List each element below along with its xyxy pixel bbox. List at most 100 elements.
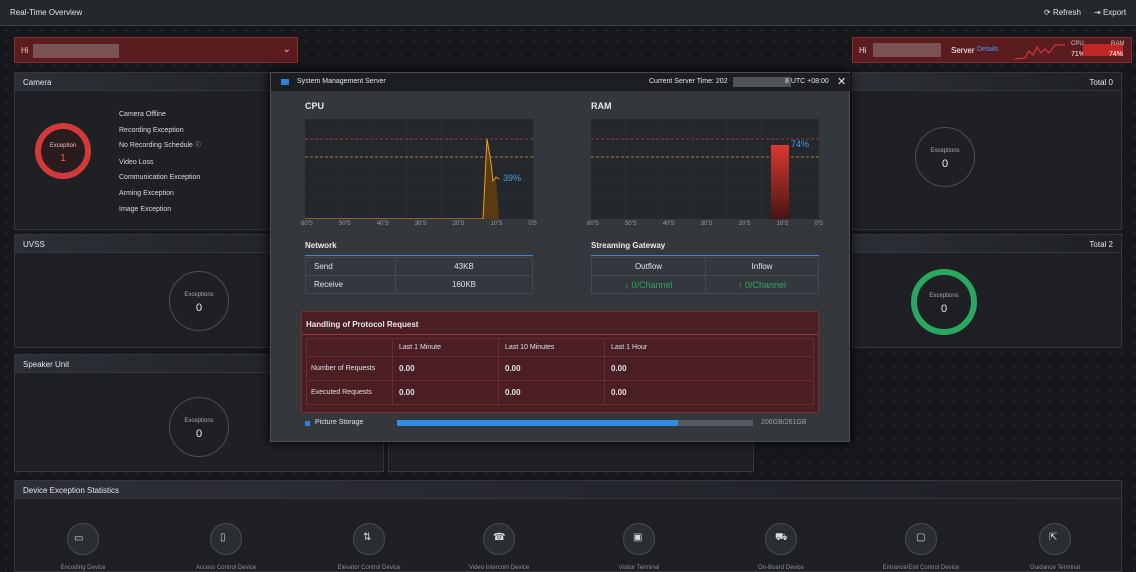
exception-ring[interactable]: Exceptions 0: [911, 269, 977, 335]
cell-value: 0.00: [498, 356, 605, 381]
storage-value: 206GB/261GB: [761, 419, 807, 426]
video-intercom-icon[interactable]: ☎: [483, 523, 515, 555]
ring-label: Exceptions: [184, 418, 214, 424]
list-item[interactable]: Image Exception: [119, 202, 201, 218]
cpu-title: CPU: [305, 101, 325, 111]
column-header: Last 1 Hour: [604, 338, 814, 357]
table-row: Send 43KB: [305, 257, 533, 276]
export-label: Export: [1102, 8, 1127, 17]
list-item[interactable]: Recording Exception: [119, 123, 201, 139]
ring-value: 1: [60, 153, 66, 164]
list-item[interactable]: Arming Exception: [119, 186, 201, 202]
column-header: Last 10 Minutes: [498, 338, 605, 357]
x-tick: 50'S: [624, 221, 637, 227]
cpu-label: CPU: [1071, 41, 1084, 47]
x-tick: 10'S: [490, 221, 503, 227]
cpu-chart: 39%: [305, 119, 533, 219]
table-row: Last 1 Minute Last 10 Minutes Last 1 Hou…: [306, 338, 814, 357]
ram-current-value: 74%: [791, 139, 809, 149]
guidance-terminal-icon[interactable]: ⇱: [1039, 523, 1071, 555]
cpu-current-value: 39%: [503, 173, 521, 183]
send-value: 43KB: [395, 257, 533, 276]
network-table: Send 43KB Receive 160KB: [305, 257, 533, 294]
table-row: Executed Requests 0.00 0.00 0.00: [306, 380, 814, 405]
ring-value: 0: [195, 428, 203, 440]
ram-chart: 74%: [591, 119, 819, 219]
list-item[interactable]: Video Loss: [119, 155, 201, 171]
redacted-block: [33, 44, 119, 58]
ring-value: 0: [941, 158, 949, 170]
modal-header: System Management Server Current Server …: [271, 73, 851, 91]
server-status: Hi Server Details CPU 71% RAM 74%: [852, 37, 1132, 63]
list-item[interactable]: Camera Offline: [119, 107, 201, 123]
device-label: Visitor Terminal: [618, 565, 660, 571]
gateway-table: Outflow Inflow ↓ 0/Channel ↑ 0/Channel: [591, 257, 819, 294]
server-time-suffix: 8 UTC +08:00: [785, 78, 829, 85]
ram-value: 74%: [1109, 51, 1124, 58]
elevator-control-icon[interactable]: ⇅: [353, 523, 385, 555]
network-title: Network: [305, 241, 337, 250]
list-item[interactable]: Communication Exception: [119, 170, 201, 186]
server-time-prefix: Current Server Time: 202: [649, 78, 728, 85]
redacted-block: [733, 77, 791, 87]
exception-ring[interactable]: Exceptions 0: [169, 397, 229, 457]
host-select[interactable]: Hi ⌄: [14, 37, 298, 63]
divider: [305, 255, 533, 256]
cpu-sparkline: [1015, 44, 1065, 60]
device-label: Access Control Device: [195, 565, 257, 571]
ram-x-axis: 60'S 50'S 40'S 30'S 20'S 10'S 0'S: [587, 221, 823, 227]
outflow-value: ↓ 0/Channel: [591, 275, 706, 294]
device-label: On-Board Device: [757, 565, 805, 571]
ring-label: Exceptions: [930, 148, 960, 154]
table-row: ↓ 0/Channel ↑ 0/Channel: [591, 275, 819, 294]
close-icon[interactable]: ✕: [837, 75, 846, 88]
access-control-icon[interactable]: ▯: [210, 523, 242, 555]
x-tick: 0'S: [528, 221, 537, 227]
outflow-label: Outflow: [591, 257, 706, 276]
divider: [591, 255, 819, 256]
server-label: Server: [951, 46, 975, 55]
inflow-label: Inflow: [705, 257, 819, 276]
exception-ring[interactable]: Exceptions 0: [915, 127, 975, 187]
cell-value: 0.00: [392, 356, 499, 381]
exception-ring[interactable]: Exceptions 0: [169, 271, 229, 331]
host-select-value: Hi: [21, 46, 29, 55]
total-label: Total 2: [853, 235, 1121, 253]
x-tick: 20'S: [452, 221, 465, 227]
camera-exception-ring[interactable]: Exception 1: [35, 123, 91, 179]
row-label: Executed Requests: [306, 380, 393, 405]
x-tick: 50'S: [338, 221, 351, 227]
export-icon: ⇥: [1094, 8, 1101, 17]
column-header: Last 1 Minute: [392, 338, 499, 357]
table-row: Outflow Inflow: [591, 257, 819, 276]
server-icon: [281, 79, 289, 85]
entrance-exit-icon[interactable]: ▢: [905, 523, 937, 555]
encoding-device-icon[interactable]: ▭: [67, 523, 99, 555]
ram-title: RAM: [591, 101, 612, 111]
refresh-button[interactable]: ⟳ Refresh: [1044, 8, 1081, 17]
cpu-x-axis: 60'S 50'S 40'S 30'S 20'S 10'S 0'S: [301, 221, 537, 227]
device-label: Guidance Terminal: [1030, 565, 1080, 571]
cell-value: 0.00: [604, 380, 814, 405]
protocol-title: Handling of Protocol Request: [306, 320, 419, 329]
refresh-icon: ⟳: [1044, 8, 1051, 17]
details-link[interactable]: Details: [977, 46, 998, 53]
ring-value: 0: [195, 302, 203, 314]
ring-value: 0: [940, 303, 948, 315]
row-label: Number of Requests: [306, 356, 393, 381]
modal-title: System Management Server: [297, 78, 386, 85]
list-item-label: No Recording Schedule: [119, 142, 193, 150]
visitor-terminal-icon[interactable]: ▣: [623, 523, 655, 555]
receive-value: 160KB: [395, 275, 533, 294]
server-modal: System Management Server Current Server …: [270, 72, 851, 442]
cell-value: 0.00: [498, 380, 605, 405]
list-item[interactable]: No Recording Schedule ⓘ: [119, 138, 201, 155]
on-board-device-icon[interactable]: ⛟: [765, 523, 797, 555]
export-button[interactable]: ⇥ Export: [1094, 8, 1126, 17]
top-bar: Real-Time Overview ⟳ Refresh ⇥ Export: [0, 0, 1136, 26]
ring-label: Exception: [49, 143, 77, 149]
x-tick: 60'S: [301, 221, 313, 227]
device-label: Elevator Control Device: [337, 565, 401, 571]
ram-label: RAM: [1111, 41, 1125, 47]
storage-label: Picture Storage: [315, 419, 364, 426]
